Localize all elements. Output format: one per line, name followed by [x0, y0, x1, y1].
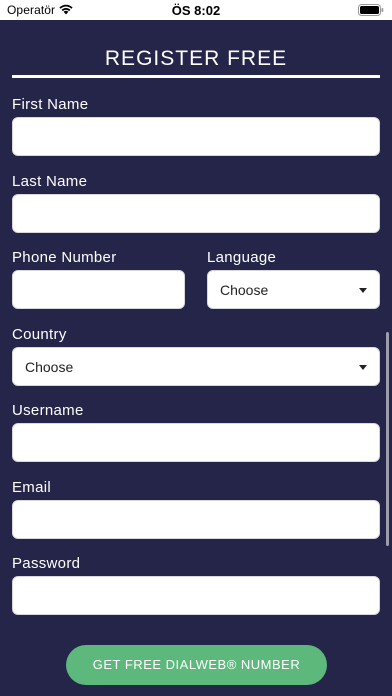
status-time: ÖS 8:02	[171, 3, 221, 18]
phone-number-field[interactable]	[12, 270, 185, 309]
dropdown-caret-icon	[359, 365, 367, 370]
battery-icon	[358, 4, 384, 16]
get-free-number-button[interactable]: GET FREE DIALWEB® NUMBER	[66, 645, 327, 685]
password-label: Password	[12, 555, 81, 572]
last-name-label: Last Name	[12, 173, 88, 190]
username-field[interactable]	[12, 423, 380, 462]
first-name-field[interactable]	[12, 117, 380, 156]
password-field[interactable]	[12, 576, 380, 615]
email-label: Email	[12, 479, 52, 496]
phone-number-label: Phone Number	[12, 249, 117, 266]
first-name-label: First Name	[12, 96, 89, 113]
country-selected-value: Choose	[25, 359, 74, 375]
language-selected-value: Choose	[220, 282, 269, 298]
last-name-field[interactable]	[12, 194, 380, 233]
country-label: Country	[12, 326, 67, 343]
title-divider	[12, 75, 380, 78]
username-label: Username	[12, 402, 84, 419]
dropdown-caret-icon	[359, 288, 367, 293]
country-select[interactable]: Choose	[12, 347, 380, 386]
language-select[interactable]: Choose	[207, 270, 380, 309]
status-bar: Operatör ÖS 8:02	[0, 0, 392, 20]
page-title: REGISTER FREE	[104, 47, 288, 70]
scrollbar[interactable]	[386, 332, 389, 546]
language-label: Language	[207, 249, 277, 266]
email-field[interactable]	[12, 500, 380, 539]
